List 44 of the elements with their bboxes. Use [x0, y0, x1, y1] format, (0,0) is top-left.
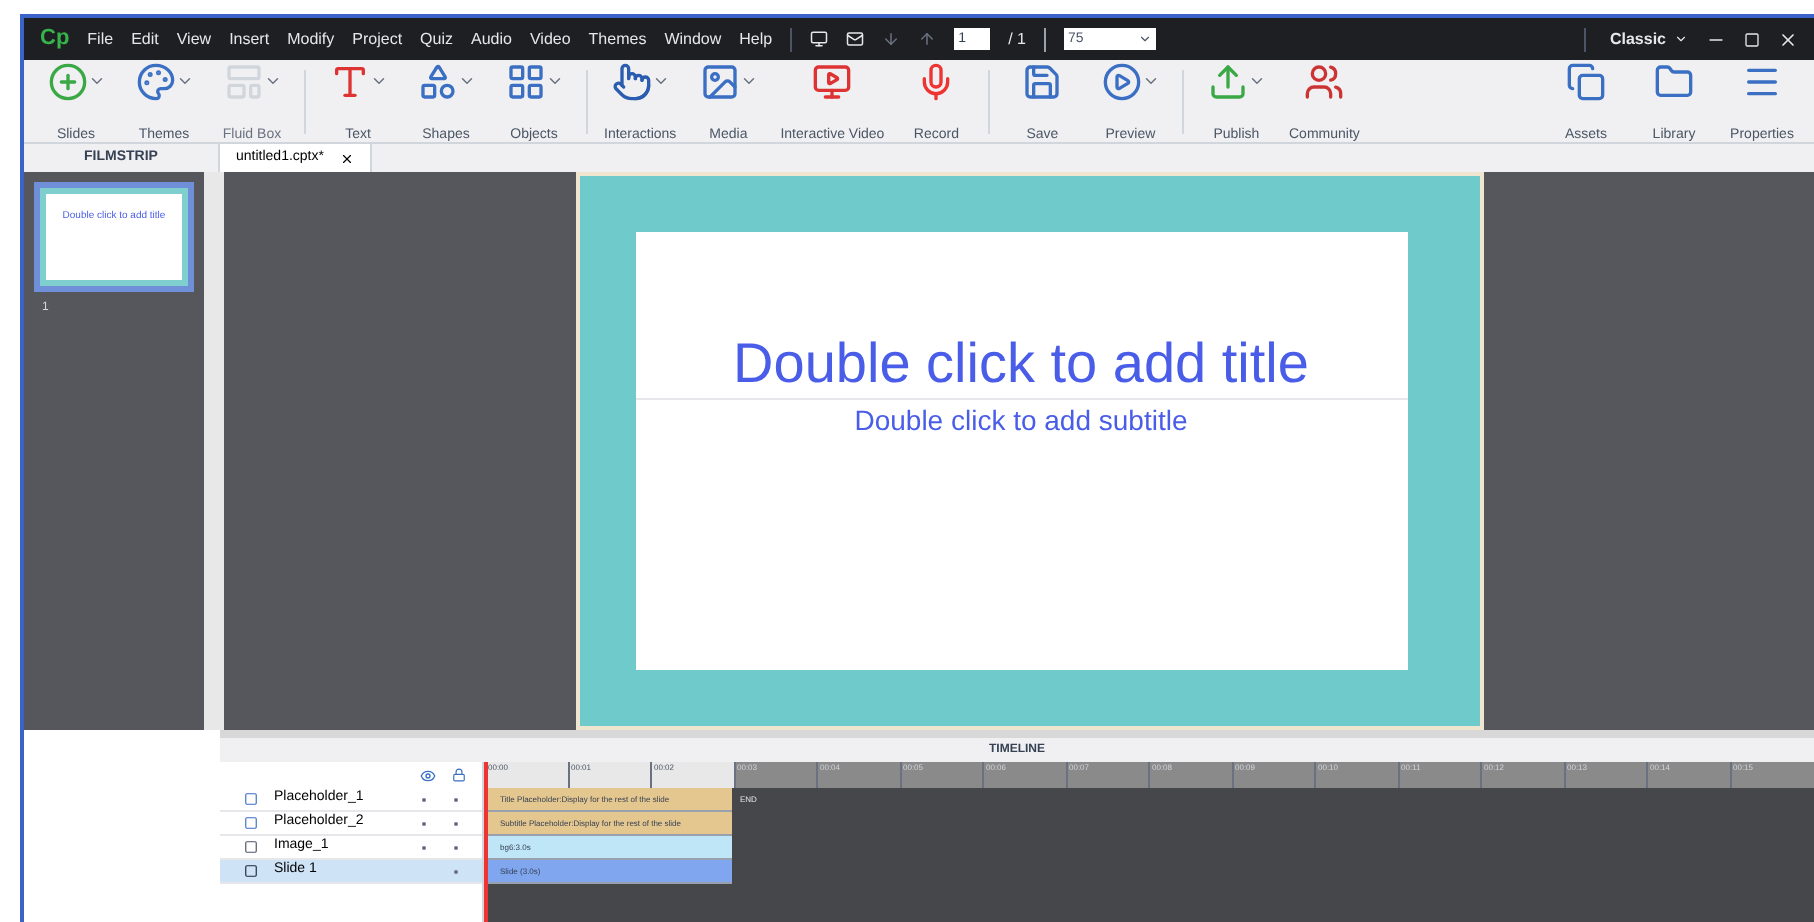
menu-item[interactable]: Help	[739, 27, 773, 51]
menu-item[interactable]: File	[87, 27, 114, 51]
slide-title[interactable]: Double click to add title	[733, 328, 1309, 398]
mail-icon[interactable]	[846, 30, 865, 48]
slide-total: / 1	[1008, 27, 1027, 51]
close-icon[interactable]	[339, 151, 354, 165]
caret-icon	[1674, 32, 1688, 46]
upload-icon	[1207, 61, 1248, 101]
add-circle-icon	[47, 61, 87, 101]
assets-icon	[1566, 61, 1606, 101]
palette-icon	[135, 61, 175, 101]
menu-item[interactable]: Quiz	[420, 27, 453, 51]
slide-icon	[244, 864, 258, 878]
grid-icon	[505, 61, 545, 101]
app-logo: Cp	[40, 24, 70, 55]
slide-subtitle[interactable]: Double click to add subtitle	[635, 398, 1407, 442]
lock-icon[interactable]	[452, 768, 466, 782]
folder-icon	[1654, 61, 1694, 101]
save-icon	[1022, 61, 1063, 101]
video-icon	[812, 61, 853, 101]
image-icon	[244, 840, 258, 854]
caret-icon	[1138, 32, 1153, 46]
menu-item[interactable]: Themes	[588, 27, 647, 51]
arrow-up-icon[interactable]	[918, 30, 937, 48]
close-icon[interactable]	[1778, 29, 1798, 49]
menu-item[interactable]: Project	[352, 27, 403, 51]
shapes-icon	[417, 61, 457, 101]
workspace-dropdown[interactable]: Classic	[1583, 27, 1688, 51]
menu-item[interactable]: Audio	[471, 27, 512, 51]
menu-item[interactable]: Insert	[229, 27, 270, 51]
menu-item[interactable]: View	[176, 27, 212, 51]
text-icon	[329, 61, 369, 101]
arrow-down-icon[interactable]	[882, 30, 901, 48]
people-icon	[1304, 61, 1345, 101]
menu-item[interactable]: Modify	[287, 27, 335, 51]
play-icon	[1101, 61, 1142, 101]
menu-item[interactable]: Edit	[131, 27, 159, 51]
menu-item[interactable]: Video	[529, 27, 571, 51]
image-icon	[699, 61, 740, 101]
eye-icon[interactable]	[420, 767, 436, 783]
maximize-icon[interactable]	[1744, 31, 1760, 47]
monitor-icon[interactable]	[810, 30, 829, 48]
menu-item[interactable]: Window	[664, 27, 722, 51]
hand-pointer-icon	[611, 61, 652, 101]
